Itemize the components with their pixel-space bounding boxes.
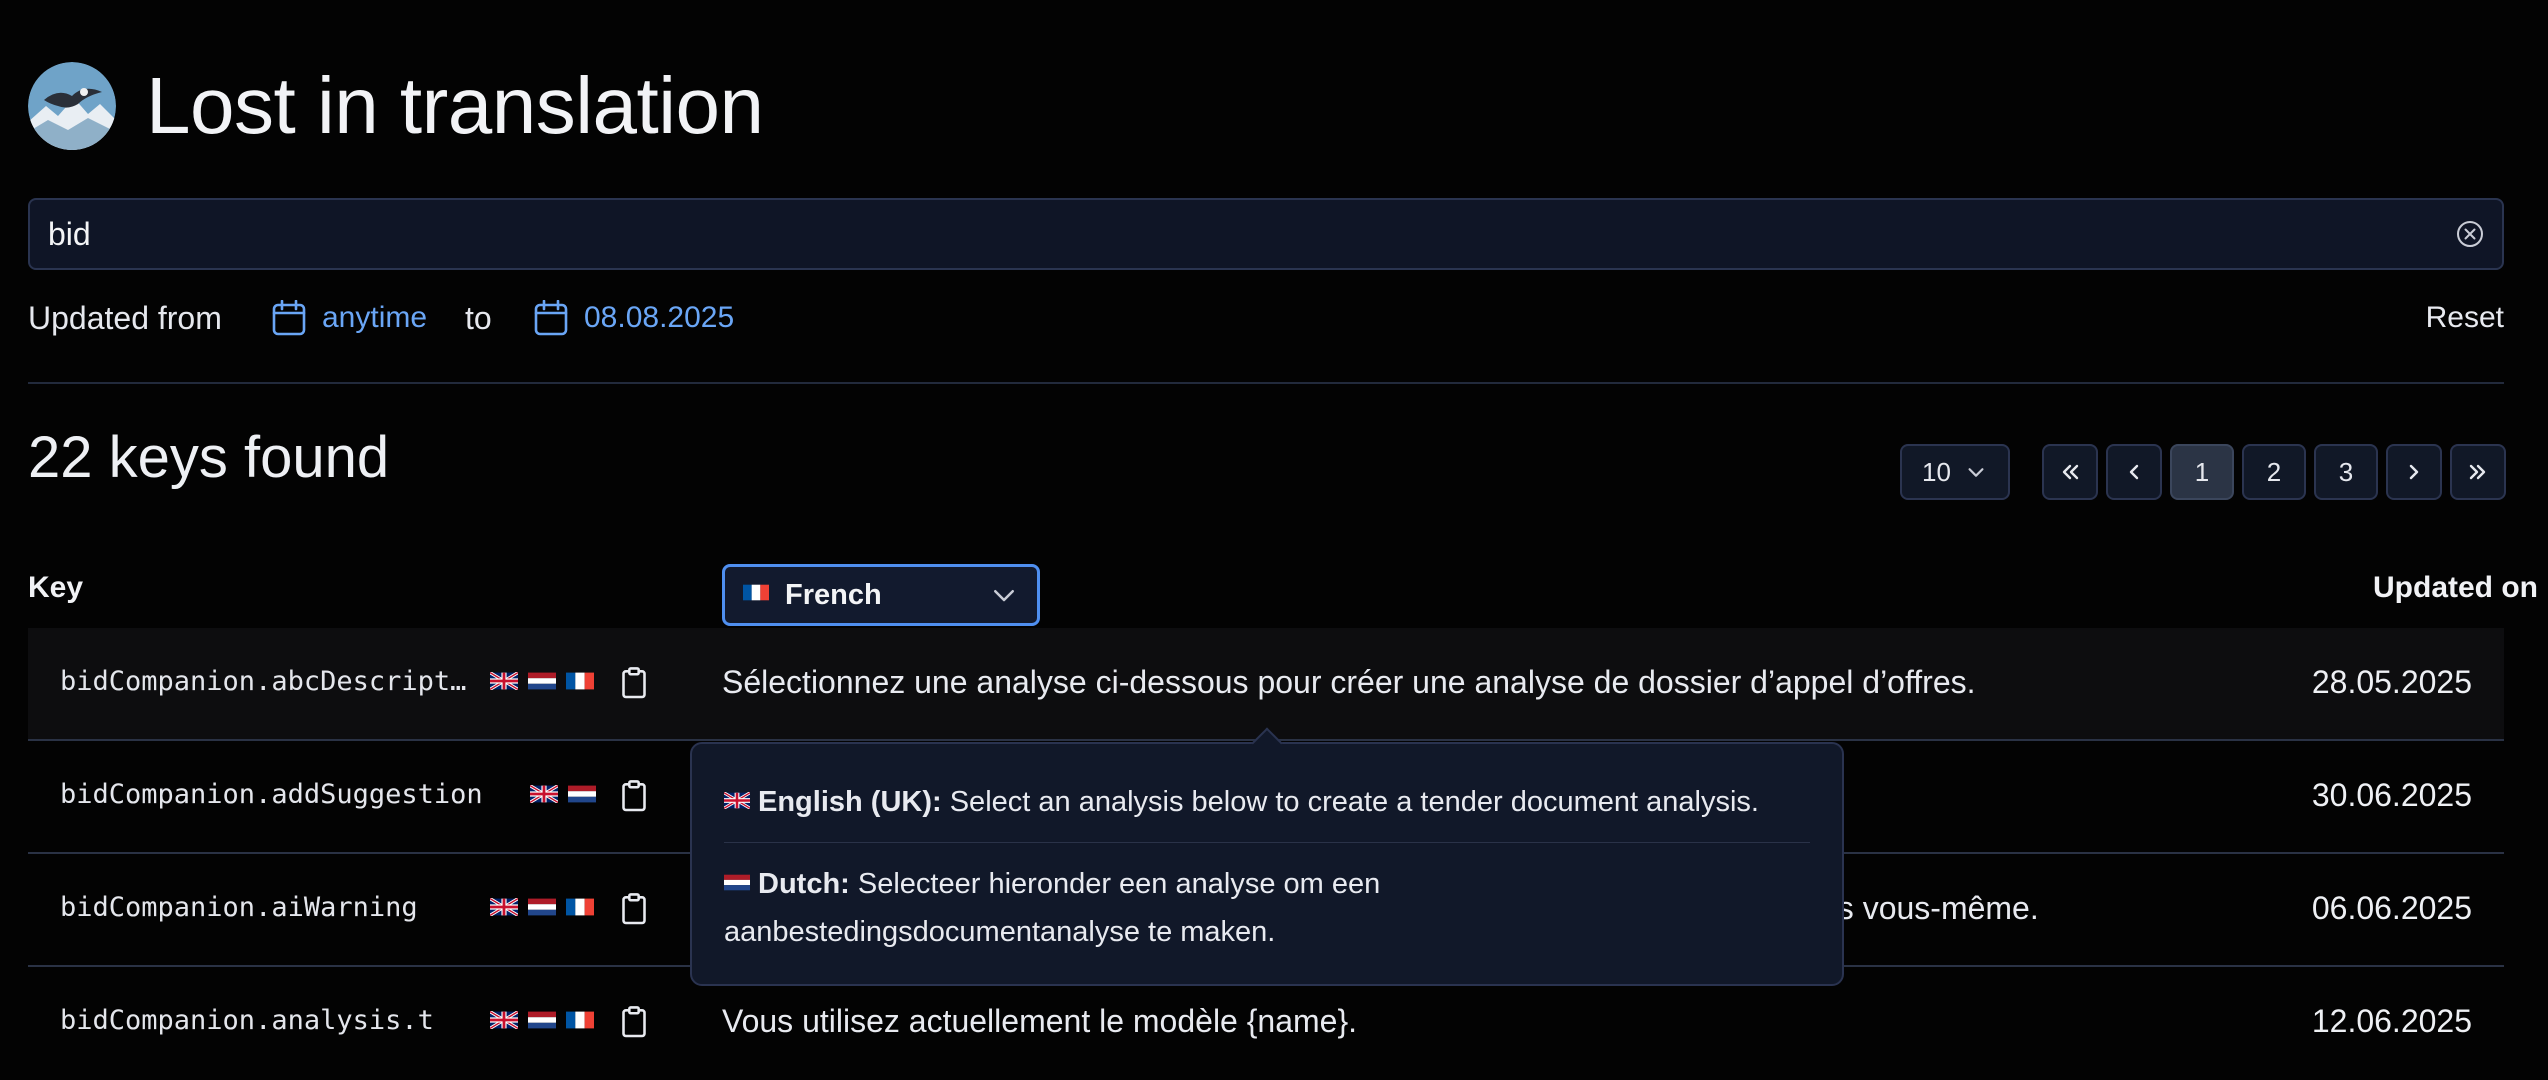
column-header-updated: Updated on	[2373, 571, 2538, 604]
results-count: 22 keys found	[28, 425, 390, 490]
language-select-value: French	[785, 578, 882, 611]
translation-key: bidCompanion.analysis.t	[60, 1005, 434, 1036]
from-date-picker[interactable]: anytime	[272, 294, 427, 342]
app-logo	[28, 62, 116, 150]
flag-uk-icon	[490, 898, 518, 916]
flag-nl-icon	[528, 672, 556, 690]
flag-fr-icon	[566, 672, 594, 690]
from-date-value: anytime	[322, 301, 428, 334]
copy-icon[interactable]	[620, 666, 648, 700]
search-input[interactable]	[48, 200, 2428, 268]
tooltip-dutch-text: Selecteer hieronder een analyse om een	[857, 868, 1381, 900]
flag-fr-icon	[566, 1011, 594, 1029]
copy-icon[interactable]	[620, 779, 648, 813]
flag-nl-icon	[528, 1011, 556, 1029]
copy-icon[interactable]	[620, 1005, 648, 1039]
table-row[interactable]: bidCompanion.abcDescription Sélectionnez…	[28, 628, 2504, 741]
language-flags	[490, 1011, 594, 1029]
flag-nl-icon	[724, 874, 750, 891]
to-label: to	[465, 300, 492, 336]
chevron-down-icon	[1968, 468, 1984, 477]
tooltip-english-line: English (UK): Select an analysis below t…	[724, 778, 1810, 826]
page-size-select[interactable]: 10	[1900, 444, 2010, 500]
chevrons-left-icon	[2062, 464, 2079, 480]
tooltip-dutch-line: Dutch: Selecteer hieronder een analyse o…	[724, 860, 1810, 956]
chevron-down-icon	[994, 590, 1014, 602]
updated-date: 30.06.2025	[2311, 777, 2472, 813]
calendar-icon	[272, 300, 306, 336]
updated-date: 28.05.2025	[2311, 664, 2472, 700]
page-button-3[interactable]: 3	[2314, 444, 2378, 500]
language-select[interactable]: French	[722, 564, 1040, 626]
tooltip-dutch-text-cont: aanbestedingsdocumentanalyse te maken.	[724, 916, 1276, 948]
tooltip-dutch-label: Dutch:	[758, 868, 850, 900]
chevron-right-icon	[2409, 464, 2419, 480]
flag-uk-icon	[530, 785, 558, 803]
translation-key: bidCompanion.abcDescription	[60, 666, 470, 697]
language-flags	[490, 898, 594, 916]
tooltip-english-label: English (UK):	[758, 786, 942, 818]
app-title: Lost in translation	[146, 61, 764, 150]
flag-uk-icon	[490, 672, 518, 690]
language-flags	[490, 672, 594, 690]
chevron-left-icon	[2129, 464, 2139, 480]
flag-nl-icon	[528, 898, 556, 916]
translation-value: Sélectionnez une analyse ci-dessous pour…	[722, 664, 1976, 700]
copy-icon[interactable]	[620, 892, 648, 926]
translation-tooltip: English (UK): Select an analysis below t…	[690, 742, 1844, 986]
updated-date: 12.06.2025	[2311, 1003, 2472, 1039]
to-date-value: 08.08.2025	[584, 301, 735, 334]
page-button-2[interactable]: 2	[2242, 444, 2306, 500]
reset-button[interactable]: Reset	[2426, 296, 2504, 340]
search-box	[28, 198, 2504, 270]
calendar-icon	[534, 300, 568, 336]
translation-key: bidCompanion.addSuggestion	[60, 779, 483, 810]
translation-value: es vous-même.	[1820, 890, 2039, 926]
to-date-picker[interactable]: 08.08.2025	[534, 294, 734, 342]
clear-search-icon[interactable]	[2456, 220, 2484, 248]
tooltip-divider	[724, 842, 1810, 843]
updated-from-label: Updated from	[28, 300, 222, 336]
flag-nl-icon	[568, 785, 596, 803]
flag-fr-icon	[566, 898, 594, 916]
tooltip-english-text: Select an analysis below to create a ten…	[949, 786, 1759, 818]
flag-uk-icon	[490, 1011, 518, 1029]
column-header-key: Key	[28, 571, 84, 604]
next-page-button[interactable]	[2386, 444, 2442, 500]
chevrons-right-icon	[2469, 464, 2486, 480]
first-page-button[interactable]	[2042, 444, 2098, 500]
flag-uk-icon	[724, 792, 750, 809]
divider	[28, 382, 2504, 384]
translation-key: bidCompanion.aiWarning	[60, 892, 418, 923]
last-page-button[interactable]	[2450, 444, 2506, 500]
page-size-value: 10	[1922, 456, 1951, 487]
prev-page-button[interactable]	[2106, 444, 2162, 500]
translation-value: Vous utilisez actuellement le modèle {na…	[722, 1003, 1358, 1039]
language-flags	[530, 785, 596, 803]
flag-fr-icon	[743, 584, 769, 601]
page-button-1[interactable]: 1	[2170, 444, 2234, 500]
updated-date: 06.06.2025	[2311, 890, 2472, 926]
